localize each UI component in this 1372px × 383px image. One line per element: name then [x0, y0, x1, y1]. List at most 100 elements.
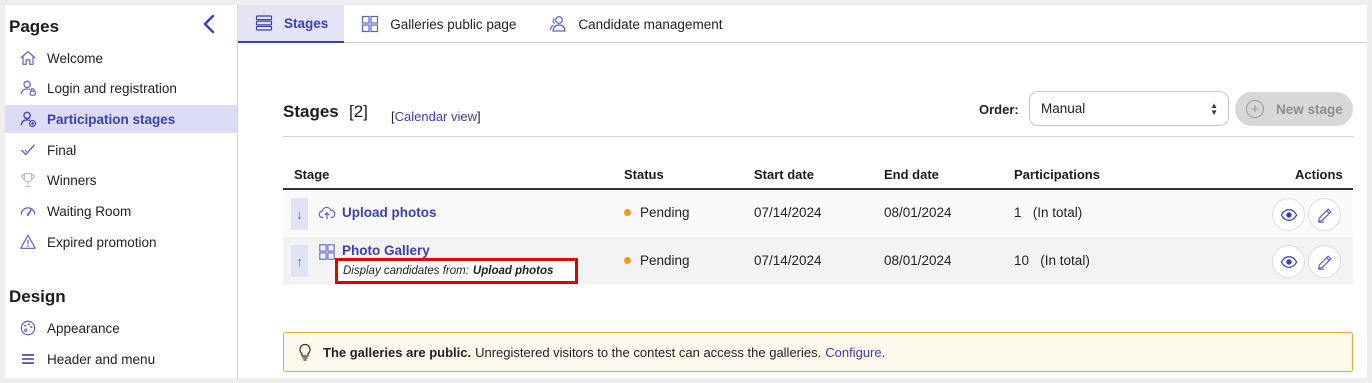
- bracket-close: ]: [477, 109, 481, 124]
- start-date-cell: 07/14/2024: [754, 205, 822, 220]
- pencil-icon: [1317, 208, 1331, 223]
- sidebar-item-final[interactable]: Final: [5, 136, 237, 164]
- edit-button[interactable]: [1308, 198, 1341, 231]
- participations-cell: 1 (In total): [1014, 205, 1082, 220]
- tab-stages[interactable]: Stages: [238, 5, 345, 43]
- status-text: Pending: [640, 253, 690, 268]
- edit-button[interactable]: [1308, 245, 1341, 278]
- move-down-button[interactable]: ↓: [291, 198, 308, 230]
- status-text: Pending: [640, 205, 690, 220]
- main-content: Stages [2] [Calendar view] Order: Manual…: [238, 44, 1367, 378]
- design-heading: Design: [9, 287, 66, 306]
- tab-label: Stages: [284, 15, 329, 31]
- trophy-icon: [18, 170, 38, 190]
- display-from-label: Display candidates from:: [343, 265, 469, 277]
- order-select[interactable]: Manual ▲ ▼: [1029, 91, 1229, 126]
- cloud-upload-icon: [318, 206, 336, 220]
- column-header-status: Status: [624, 167, 664, 182]
- new-stage-label: New stage: [1276, 101, 1343, 117]
- order-select-value: Manual: [1041, 101, 1086, 116]
- move-up-button[interactable]: ↑: [291, 245, 308, 277]
- menu-icon: [18, 349, 38, 369]
- end-date-cell: 08/01/2024: [884, 205, 952, 220]
- sidebar-item-winners[interactable]: Winners: [5, 166, 237, 194]
- sidebar-item-label: Appearance: [47, 320, 120, 336]
- sidebar-item-login[interactable]: Login and registration: [5, 74, 237, 102]
- notice-end: .: [881, 344, 886, 360]
- user-lock-icon: [18, 78, 38, 98]
- column-header-end-date: End date: [884, 167, 939, 182]
- sidebar-item-label: Winners: [47, 172, 97, 188]
- sidebar-item-label: Participation stages: [47, 111, 176, 127]
- column-header-start-date: Start date: [754, 167, 814, 182]
- palette-icon: [18, 318, 38, 338]
- pencil-icon: [1317, 255, 1331, 270]
- sidebar: Pages Welcome Login and registration Par…: [5, 5, 238, 378]
- end-date-cell: 08/01/2024: [884, 253, 952, 268]
- sidebar-item-waiting-room[interactable]: Waiting Room: [5, 197, 237, 225]
- order-label: Order:: [979, 102, 1019, 117]
- home-icon: [18, 48, 38, 68]
- gauge-icon: [18, 201, 38, 221]
- sidebar-item-expired-promotion[interactable]: Expired promotion: [5, 228, 237, 256]
- column-header-actions: Actions: [1295, 167, 1343, 182]
- participations-note: (In total): [1040, 253, 1090, 268]
- eye-icon: [1280, 208, 1297, 221]
- participations-count: 1: [1014, 205, 1022, 220]
- tab-galleries-public-page[interactable]: Galleries public page: [344, 5, 532, 43]
- sidebar-item-label: Waiting Room: [47, 203, 132, 219]
- eye-icon: [1280, 255, 1297, 268]
- display-from-value: Upload photos: [472, 265, 554, 277]
- chevron-left-icon: [203, 14, 215, 34]
- sidebar-item-label: Final: [47, 142, 77, 158]
- view-button[interactable]: [1272, 245, 1305, 278]
- status-cell: Pending: [624, 253, 690, 268]
- notice-bold: The galleries are public.: [323, 344, 472, 360]
- participations-cell: 10 (In total): [1014, 253, 1090, 268]
- new-stage-button[interactable]: + New stage: [1235, 92, 1353, 126]
- calendar-view-link[interactable]: Calendar view: [395, 109, 477, 124]
- table-row: ↓ Upload photos Pending 07/14/2024 08/01…: [283, 190, 1353, 238]
- view-button[interactable]: [1272, 198, 1305, 231]
- pending-dot-icon: [624, 257, 631, 264]
- top-tabs: Stages Galleries public page Candidate m…: [238, 5, 1367, 43]
- sidebar-item-label: Expired promotion: [47, 234, 157, 250]
- collapse-sidebar-button[interactable]: [201, 14, 217, 34]
- sidebar-item-header-and-menu[interactable]: Header and menu: [5, 345, 237, 373]
- tab-candidate-management[interactable]: Candidate management: [532, 5, 738, 43]
- sidebar-item-participation-stages[interactable]: Participation stages: [5, 105, 237, 133]
- sidebar-item-label: Header and menu: [47, 351, 156, 367]
- lightbulb-icon: [297, 343, 313, 361]
- sidebar-item-label: Login and registration: [47, 80, 177, 96]
- column-header-participations: Participations: [1014, 167, 1100, 182]
- galleries-public-notice: The galleries are public. Unregistered v…: [283, 332, 1353, 372]
- tab-label: Candidate management: [578, 16, 723, 32]
- grid-icon: [360, 14, 380, 34]
- sidebar-item-welcome[interactable]: Welcome: [5, 44, 237, 72]
- user-stages-icon: [18, 109, 38, 129]
- warning-icon: [18, 232, 38, 252]
- pages-heading: Pages: [9, 17, 60, 36]
- configure-link[interactable]: Configure: [825, 345, 881, 360]
- app-frame: Pages Welcome Login and registration Par…: [5, 5, 1367, 378]
- list-icon: [254, 13, 274, 33]
- gallery-icon: [319, 244, 335, 260]
- check-icon: [18, 140, 38, 160]
- tab-label: Galleries public page: [390, 16, 517, 32]
- stage-name-link[interactable]: Photo Gallery: [342, 243, 430, 258]
- table-row: ↑ Photo Gallery Display candidates from:…: [283, 237, 1353, 285]
- notice-text: Unregistered visitors to the contest can…: [475, 344, 822, 360]
- sidebar-item-label: Welcome: [47, 50, 104, 66]
- pending-dot-icon: [624, 209, 631, 216]
- stage-name-link[interactable]: Upload photos: [342, 205, 437, 220]
- start-date-cell: 07/14/2024: [754, 253, 822, 268]
- users-icon: [548, 14, 568, 34]
- title-divider: [283, 136, 1353, 137]
- column-header-stage: Stage: [294, 167, 330, 182]
- calendar-view-wrapper: [Calendar view]: [391, 109, 481, 124]
- page-title: Stages: [283, 102, 339, 121]
- stages-count: [2]: [349, 102, 368, 121]
- sidebar-item-appearance[interactable]: Appearance: [5, 314, 237, 342]
- status-cell: Pending: [624, 205, 690, 220]
- display-candidates-from-note: Display candidates from: Upload photos: [335, 258, 578, 284]
